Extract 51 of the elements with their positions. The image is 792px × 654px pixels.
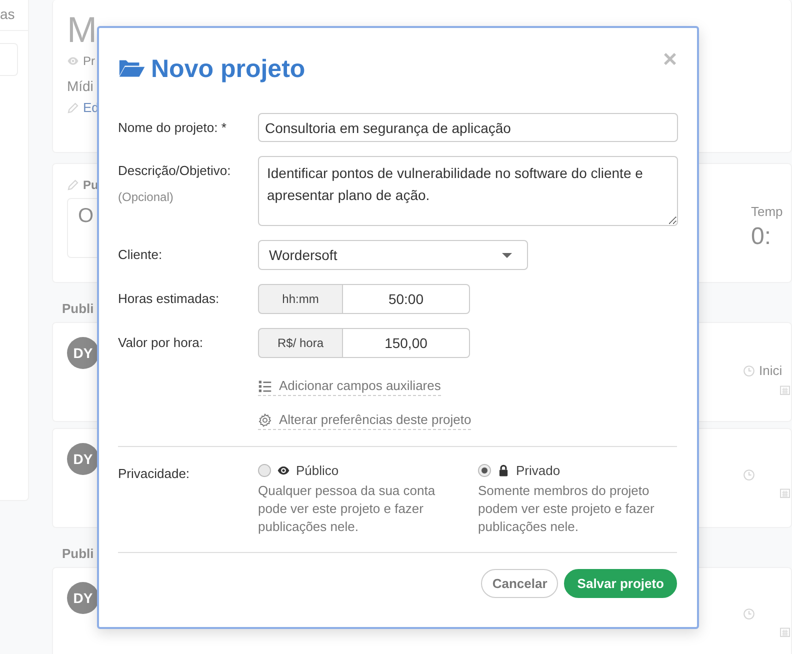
calendar-icon: [779, 384, 791, 396]
option-description: Qualquer pessoa da sua conta pode ver este projeto e fazer publicações nele.: [258, 482, 436, 536]
hours-field[interactable]: 50:00: [343, 284, 470, 314]
field-label: Nome do projeto: *: [118, 120, 226, 135]
avatar: DY: [66, 582, 99, 614]
field-label: Valor por hora:: [118, 335, 204, 350]
field-label: Horas estimadas:: [118, 291, 220, 306]
dialog-title: Novo projeto: [151, 54, 306, 84]
unit-label: R$/ hora: [258, 328, 343, 358]
option-link[interactable]: Alterar preferências deste projeto: [279, 412, 472, 427]
optional-hint: (Opcional): [118, 190, 174, 204]
radio-button[interactable]: [478, 464, 491, 477]
visibility-label: Pr: [82, 54, 95, 68]
lock-icon: [497, 464, 510, 477]
section-heading: Publi: [60, 301, 94, 316]
section-heading: Publi: [60, 546, 94, 561]
client-dropdown[interactable]: Wordersoft: [258, 240, 528, 270]
start-label: Inici: [759, 363, 782, 378]
calendar-icon: [779, 487, 791, 499]
project-subtitle: Mídi: [66, 78, 94, 94]
field-label: Cliente:: [118, 247, 162, 262]
eye-icon: [66, 55, 79, 67]
name-field[interactable]: Consultoria em segurança de aplicação: [258, 113, 678, 142]
avatar: DY: [66, 443, 99, 475]
option-link[interactable]: Adicionar campos auxiliares: [279, 378, 441, 393]
sidebar-tab[interactable]: as: [0, 0, 28, 31]
list-icon: [258, 378, 272, 392]
description-field[interactable]: Identificar pontos de vulnerabilidade no software do cliente e apresentar plano de ação.: [258, 156, 678, 226]
option-description: Somente membros do projeto podem ver este projeto e fazer publicações nele.: [478, 482, 656, 536]
calendar-icon: [779, 626, 791, 638]
eye-icon: [277, 464, 290, 477]
avatar: DY: [66, 337, 99, 369]
pencil-icon: [66, 102, 79, 114]
clock-icon: [743, 608, 755, 620]
gear-icon: [258, 412, 272, 426]
caret-icon: [502, 252, 512, 258]
unit-label: hh:mm: [258, 284, 343, 314]
timer-label: Temp: [751, 204, 784, 219]
option-label: Privado: [516, 463, 560, 478]
field-label: Privacidade:: [118, 466, 190, 481]
pencil-icon: [66, 179, 79, 191]
cancel-button[interactable]: Cancelar: [481, 569, 558, 598]
clock-icon: [743, 469, 755, 481]
project-title: M: [66, 12, 98, 48]
radio-button[interactable]: [258, 464, 271, 477]
field-label: Descrição/Objetivo:: [118, 163, 231, 178]
rate-field[interactable]: 150,00: [343, 328, 470, 358]
timer-value: 0:: [751, 223, 772, 251]
clock-icon: [743, 364, 755, 376]
option-label: Público: [296, 463, 339, 478]
save-button[interactable]: Salvar projeto: [564, 569, 677, 598]
